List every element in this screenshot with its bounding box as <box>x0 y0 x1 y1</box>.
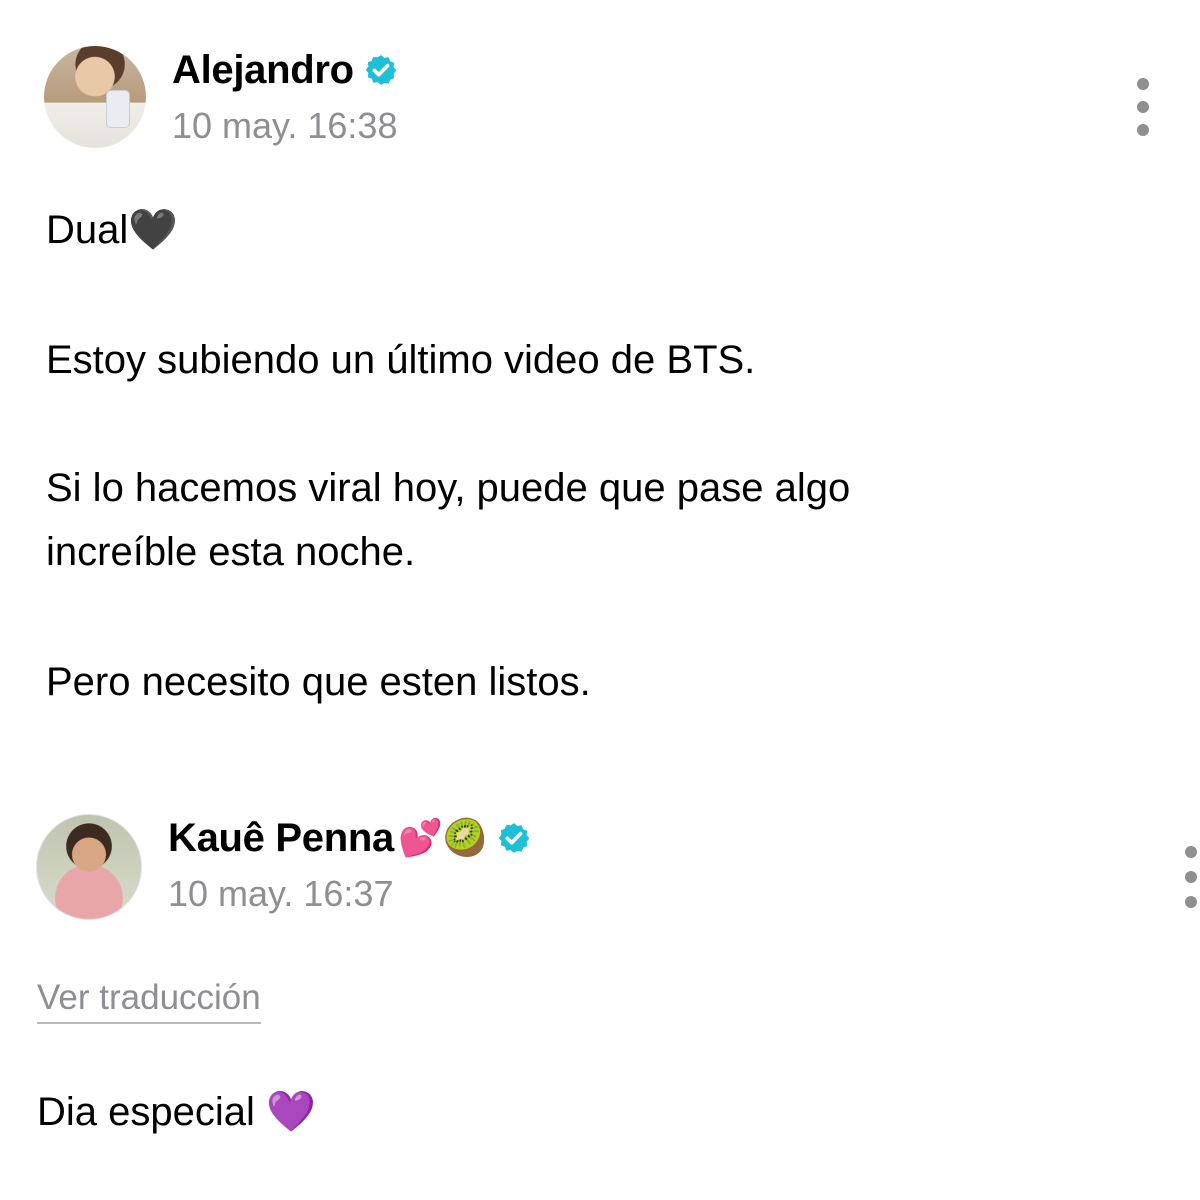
post-alejandro: Alejandro 10 may. 16:38 Dual🖤 Estoy subi… <box>0 0 1200 740</box>
phone-in-avatar <box>106 90 130 128</box>
verified-badge-icon <box>364 53 398 87</box>
avatar[interactable] <box>36 814 142 920</box>
post-text-line: Dia especial 💜 <box>37 1090 316 1134</box>
post-text-line: Estoy subiendo un último video de BTS. <box>46 338 756 382</box>
more-options-icon[interactable] <box>1176 846 1200 908</box>
post-timestamp: 10 may. 16:37 <box>168 873 394 914</box>
avatar[interactable] <box>44 46 146 148</box>
post-kaue-penna: Kauê Penna 💕🥝 10 may. 16:37 Ver traducci… <box>0 780 1200 1200</box>
author-name[interactable]: Alejandro <box>172 46 354 94</box>
author-emojis: 💕🥝 <box>397 817 488 858</box>
post-text-line: Pero necesito que esten listos. <box>46 660 591 704</box>
author-name[interactable]: Kauê Penna <box>168 814 394 862</box>
post-text-line: Si lo hacemos viral hoy, puede que pase … <box>46 466 851 510</box>
post-text-line: Dual🖤 <box>46 208 179 252</box>
more-options-icon[interactable] <box>1128 78 1158 136</box>
author-row: Alejandro <box>172 46 398 94</box>
author-row: Kauê Penna 💕🥝 <box>168 810 531 866</box>
post-text-line: increíble esta noche. <box>46 530 416 574</box>
verified-badge-icon <box>497 821 531 855</box>
see-translation-link[interactable]: Ver traducción <box>37 976 261 1024</box>
post-timestamp: 10 may. 16:38 <box>172 105 398 146</box>
